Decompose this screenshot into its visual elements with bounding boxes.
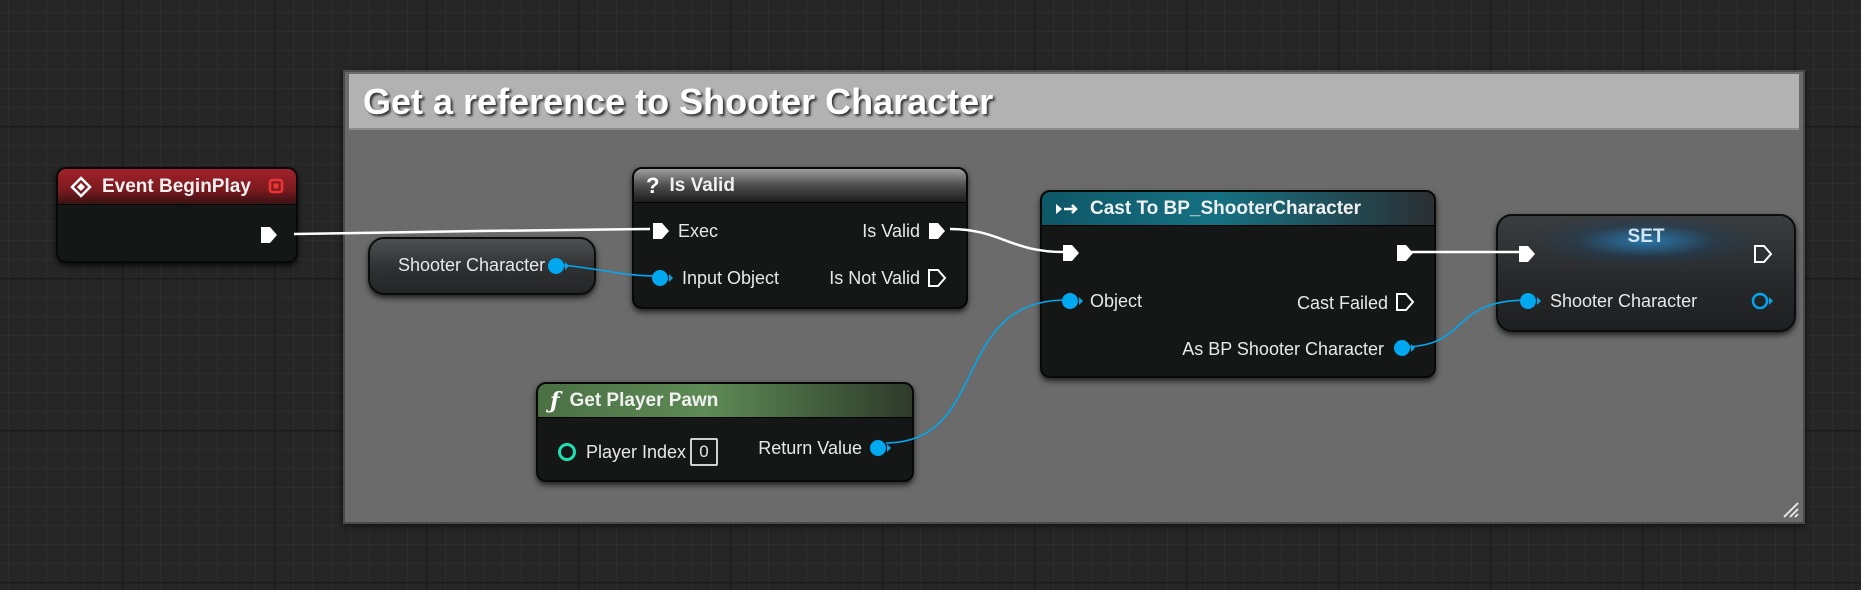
set-exec-in-pin[interactable] (1516, 243, 1538, 265)
is-valid-title: Is Valid (669, 174, 735, 196)
event-beginplay-title: Event BeginPlay (102, 175, 251, 197)
shooter-character-get-label: Shooter Character (398, 255, 546, 275)
cast-object-pin[interactable] (1060, 290, 1084, 312)
return-value-pin[interactable] (868, 437, 892, 459)
is-not-valid-label: Is Not Valid (829, 268, 920, 288)
get-player-pawn-title: Get Player Pawn (569, 389, 719, 411)
get-player-pawn-node[interactable]: ƒ Get Player Pawn Player Index 0 Return … (536, 382, 914, 482)
comment-title[interactable]: Get a reference to Shooter Character (349, 74, 1799, 130)
set-title: SET (1627, 226, 1665, 247)
set-object-in-pin[interactable] (1518, 290, 1542, 312)
is-valid-exec-out-pin[interactable] (926, 220, 948, 242)
cast-to-shooter-character-node[interactable]: Cast To BP_ShooterCharacter Object Cast … (1040, 190, 1436, 378)
is-valid-node[interactable]: ? Is Valid Exec Input Object Is Valid Is… (632, 167, 968, 309)
input-object-pin[interactable] (650, 267, 674, 289)
cast-failed-exec-out-pin[interactable] (1394, 291, 1416, 313)
question-mark-icon: ? (646, 172, 660, 198)
is-valid-out-label: Is Valid (862, 221, 920, 241)
set-var-label: Shooter Character (1550, 291, 1698, 311)
player-index-input[interactable]: 0 (690, 438, 718, 466)
is-not-valid-exec-out-pin[interactable] (926, 267, 948, 289)
function-f-icon: ƒ (550, 387, 560, 414)
set-shooter-character-node[interactable]: SET Shooter Character (1496, 214, 1796, 332)
event-diamond-icon (70, 175, 92, 198)
cast-arrow-icon (1054, 201, 1080, 217)
player-index-label: Player Index (586, 442, 687, 462)
shooter-character-get-node[interactable]: Shooter Character (368, 237, 596, 295)
cast-title: Cast To BP_ShooterCharacter (1090, 197, 1361, 219)
cast-object-label: Object (1090, 291, 1143, 311)
event-beginplay-node[interactable]: Event BeginPlay (56, 167, 298, 263)
set-exec-out-pin[interactable] (1752, 243, 1774, 265)
exec-out-pin[interactable] (258, 224, 280, 246)
exec-label: Exec (678, 221, 719, 241)
delegate-square-icon[interactable] (268, 178, 284, 194)
cast-exec-out-pin[interactable] (1394, 242, 1416, 264)
as-shooter-character-label: As BP Shooter Character (1182, 339, 1384, 359)
set-object-out-pin[interactable] (1750, 290, 1774, 312)
return-value-label: Return Value (758, 438, 862, 458)
player-index-pin[interactable] (556, 441, 578, 463)
resize-grip-icon[interactable] (1781, 500, 1799, 518)
cast-exec-in-pin[interactable] (1060, 242, 1082, 264)
input-object-label: Input Object (682, 268, 780, 288)
as-shooter-character-pin[interactable] (1392, 337, 1416, 359)
object-out-pin[interactable] (546, 255, 570, 277)
exec-in-pin[interactable] (650, 220, 672, 242)
cast-failed-label: Cast Failed (1296, 293, 1388, 313)
